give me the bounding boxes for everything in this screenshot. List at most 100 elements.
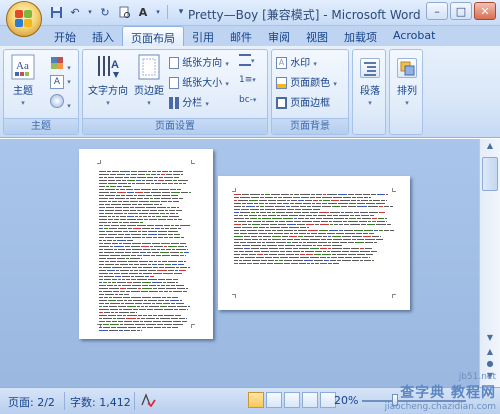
text-line-segment (119, 294, 123, 295)
text-line-segment (151, 228, 154, 229)
vertical-scrollbar[interactable]: ▲ ▼ ▲ ● ▼ (479, 139, 500, 387)
text-line-segment (159, 291, 163, 292)
tab-3[interactable]: 引用 (184, 26, 222, 46)
text-line-segment (386, 200, 388, 201)
margins-button[interactable]: 页边距 ▾ (133, 54, 165, 108)
scroll-up-arrow-icon[interactable]: ▲ (482, 141, 498, 155)
text-line-segment (135, 276, 144, 277)
text-line-segment (367, 224, 375, 225)
text-line-segment (128, 213, 138, 214)
page-color-button[interactable]: 页面颜色 ▾ (276, 74, 337, 89)
text-line-segment (348, 242, 354, 243)
print-preview-icon[interactable] (116, 4, 132, 20)
theme-fonts-button[interactable]: A ▾ (50, 75, 71, 89)
maximize-button[interactable]: □ (450, 2, 472, 20)
text-line-segment (123, 267, 131, 268)
text-line-segment (119, 309, 122, 310)
minimize-button[interactable]: – (426, 2, 448, 20)
text-line-segment (174, 183, 178, 184)
text-line-segment (108, 219, 113, 220)
text-line-segment (319, 200, 322, 201)
tab-8[interactable]: Acrobat (385, 26, 443, 46)
redo-icon[interactable]: ↻ (97, 4, 113, 20)
word-count[interactable]: 字数: 1,412 (70, 394, 131, 410)
text-line-segment (137, 330, 140, 331)
scroll-down-arrow-icon[interactable]: ▼ (482, 333, 498, 347)
text-line-segment (99, 234, 107, 235)
text-line-segment (352, 236, 362, 237)
hyphenation-button[interactable]: bc-▾ (239, 94, 256, 105)
outline-view-icon[interactable] (302, 392, 318, 408)
text-line-segment (171, 207, 176, 208)
columns-button[interactable]: 分栏 ▾ (169, 94, 209, 109)
text-line-segment (282, 239, 286, 240)
text-line-segment (307, 206, 311, 207)
proofing-icon[interactable] (140, 392, 156, 411)
text-line-segment (174, 219, 177, 220)
arrange-button[interactable]: 排列 ▾ (394, 58, 420, 108)
theme-effects-button[interactable]: ▾ (50, 94, 71, 111)
customize-icon[interactable]: ▾ (173, 4, 189, 20)
text-line-segment (241, 254, 248, 255)
tab-6[interactable]: 视图 (298, 26, 336, 46)
text-line-segment (250, 209, 259, 210)
document-page-2[interactable] (218, 176, 410, 310)
text-line-segment (126, 195, 133, 196)
font-color-icon[interactable]: A (135, 4, 151, 20)
undo-icon[interactable]: ↶ (67, 4, 83, 20)
scroll-thumb[interactable] (482, 157, 498, 191)
theme-colors-button[interactable]: ▾ (50, 56, 71, 73)
text-line-segment (99, 264, 104, 265)
text-line-segment (257, 254, 263, 255)
theme-icon: Aa (11, 54, 35, 80)
theme-fonts-icon: A (50, 75, 64, 89)
save-icon[interactable] (48, 4, 64, 20)
theme-button[interactable]: Aa 主题 ▾ (8, 54, 38, 108)
zoom-level[interactable]: 20% (334, 394, 358, 407)
text-line-segment (318, 215, 326, 216)
tab-4[interactable]: 邮件 (222, 26, 260, 46)
text-line-segment (144, 300, 147, 301)
full-screen-reading-view-icon[interactable] (266, 392, 282, 408)
text-line-segment (175, 225, 179, 226)
office-button[interactable] (6, 1, 42, 37)
tab-7[interactable]: 加载项 (336, 26, 385, 46)
text-line-segment (99, 309, 109, 310)
tab-1[interactable]: 插入 (84, 26, 122, 46)
text-line-segment (114, 285, 117, 286)
text-line-segment (302, 209, 312, 210)
undo-dropdown-icon[interactable]: ▾ (86, 4, 94, 20)
text-line-segment (156, 318, 159, 319)
page-borders-button[interactable]: 页面边框 (276, 94, 330, 109)
print-layout-view-icon[interactable] (248, 392, 264, 408)
size-button[interactable]: 纸张大小 ▾ (169, 74, 229, 89)
close-button[interactable]: ✕ (474, 2, 496, 20)
page-count[interactable]: 页面: 2/2 (8, 394, 55, 410)
font-color-dropdown-icon[interactable]: ▾ (154, 4, 162, 20)
document-page-1[interactable] (79, 149, 213, 339)
breaks-button[interactable]: ▾ (239, 54, 255, 66)
text-line-segment (154, 198, 160, 199)
text-line-segment (131, 276, 134, 277)
text-line-segment (262, 218, 271, 219)
text-line-segment (158, 219, 166, 220)
text-line-segment (167, 327, 171, 328)
text-line-segment (116, 216, 119, 217)
text-line-segment (127, 180, 135, 181)
text-line-segment (124, 237, 131, 238)
text-line-segment (268, 215, 276, 216)
text-line-segment (109, 288, 119, 289)
tab-0[interactable]: 开始 (46, 26, 84, 46)
web-layout-view-icon[interactable] (284, 392, 300, 408)
orientation-button[interactable]: 纸张方向 ▾ (169, 54, 229, 69)
text-line-segment (348, 254, 356, 255)
watermark-button[interactable]: A 水印 ▾ (276, 54, 317, 69)
text-direction-button[interactable]: A 文字方向 ▾ (86, 54, 130, 108)
paragraph-button[interactable]: 段落 ▾ (357, 58, 383, 108)
text-line-segment (384, 206, 389, 207)
document-area[interactable] (0, 139, 479, 387)
tab-2[interactable]: 页面布局 (122, 26, 184, 46)
text-line-segment (106, 207, 114, 208)
tab-5[interactable]: 审阅 (260, 26, 298, 46)
line-numbers-button[interactable]: 1≡▾ (239, 74, 256, 85)
